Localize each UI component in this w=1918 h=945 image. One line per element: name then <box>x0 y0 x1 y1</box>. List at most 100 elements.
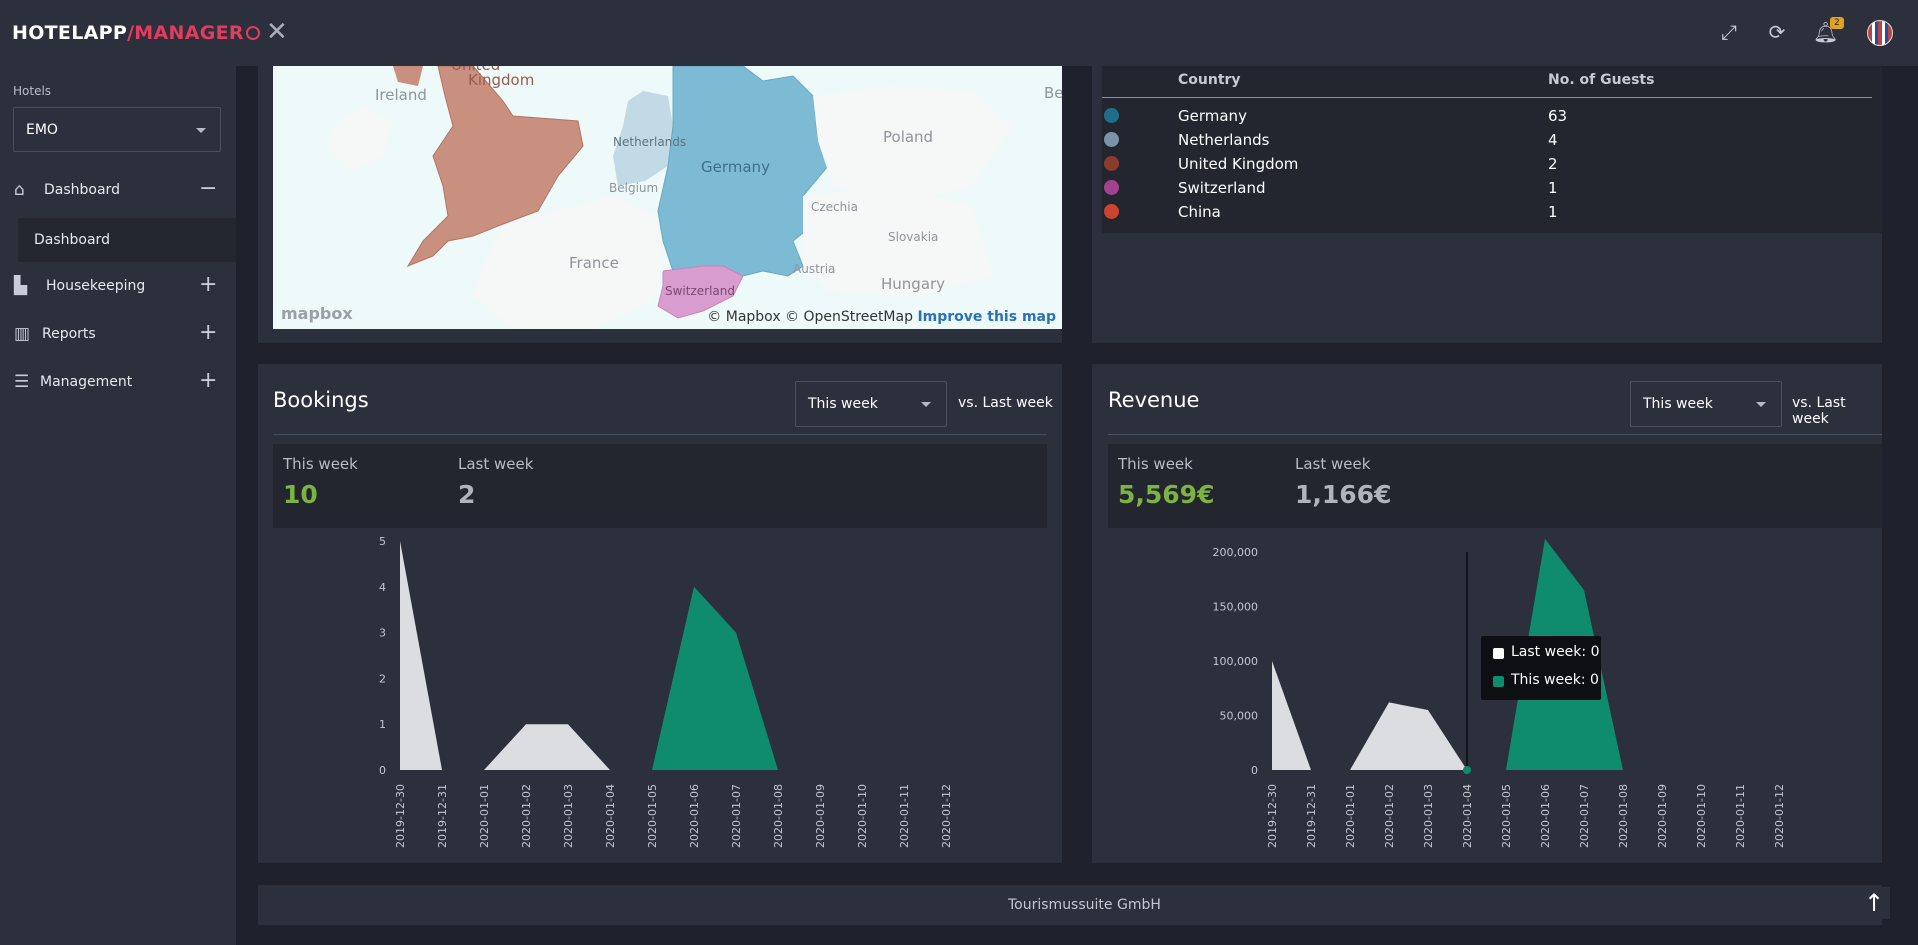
bookings-period-value: This week <box>808 396 878 412</box>
bookings-divider <box>273 434 1047 435</box>
x-tick-label: 2020-01-05 <box>646 784 659 848</box>
y-tick-label: 2 <box>379 672 386 685</box>
y-tick-label: 1 <box>379 718 386 731</box>
hover-point <box>1463 766 1471 774</box>
guest-count: 4 <box>1548 131 1558 149</box>
column-header-guests: No. of Guests <box>1548 72 1655 88</box>
revenue-comparison-label: vs. Last week <box>1792 395 1846 427</box>
guest-map[interactable]: Ireland United Kingdom Netherlands Belgi… <box>273 66 1062 329</box>
this-week-label: This week <box>283 455 358 473</box>
home-icon: ⌂ <box>14 180 25 200</box>
y-tick-label: 5 <box>379 535 386 548</box>
notification-badge: 2 <box>1830 17 1844 29</box>
x-tick-label: 2020-01-12 <box>940 784 953 848</box>
x-tick-label: 2020-01-06 <box>1539 784 1552 848</box>
x-tick-label: 2020-01-06 <box>688 784 701 848</box>
improve-map-link[interactable]: Improve this map <box>917 309 1056 325</box>
area-last-week <box>1350 702 1467 770</box>
y-tick-label: 150,000 <box>1213 601 1259 614</box>
guest-count: 1 <box>1548 203 1558 221</box>
revenue-period-value: This week <box>1643 396 1713 412</box>
bookings-comparison-label: vs. Last week <box>958 395 1053 411</box>
last-week-value: 2 <box>458 480 476 509</box>
map-attribution-text: © Mapbox © OpenStreetMap <box>707 309 913 325</box>
y-tick-label: 4 <box>379 581 386 594</box>
brand-icon <box>245 26 260 40</box>
x-tick-label: 2019-12-31 <box>1305 784 1318 848</box>
brand-text-2: /MANAGER <box>127 22 244 44</box>
y-tick-label: 3 <box>379 627 386 640</box>
bookings-stats: This week 10 Last week 2 <box>273 444 1047 528</box>
app-logo[interactable]: HOTELAPP/MANAGER <box>12 22 260 44</box>
x-tick-label: 2020-01-08 <box>1617 784 1630 848</box>
avatar[interactable] <box>1867 20 1893 46</box>
bookings-panel: Bookings This week vs. Last week This we… <box>258 364 1062 863</box>
table-row: China 1 <box>1102 200 1882 224</box>
x-tick-label: 2019-12-31 <box>436 784 449 848</box>
footer-text: Tourismussuite GmbH <box>1008 897 1161 913</box>
area-last-week <box>1272 661 1311 770</box>
building-icon: ▙ <box>14 276 28 296</box>
y-tick-label: 200,000 <box>1213 546 1259 559</box>
collapse-icon[interactable]: − <box>199 178 217 200</box>
map-label-hungary: Hungary <box>881 275 946 293</box>
top-bar: HOTELAPP/MANAGER ✕ ⤢ ⟳ 🔔︎ 2 <box>0 0 1918 66</box>
revenue-period-select[interactable]: This week <box>1630 381 1782 427</box>
last-week-value: 1,166€ <box>1295 480 1392 509</box>
table-row: Netherlands 4 <box>1102 128 1882 152</box>
map-label-germany: Germany <box>701 158 770 176</box>
area-this-week <box>652 586 778 770</box>
x-tick-label: 2020-01-09 <box>1656 784 1669 848</box>
country-color-dot <box>1104 156 1119 171</box>
expand-icon[interactable]: + <box>199 274 217 296</box>
country-name: United Kingdom <box>1178 155 1299 173</box>
x-tick-label: 2020-01-08 <box>772 784 785 848</box>
map-label-kingdom: Kingdom <box>468 71 535 89</box>
hotel-select[interactable]: EMO <box>13 107 221 152</box>
country-color-dot <box>1104 180 1119 195</box>
guest-count: 1 <box>1548 179 1558 197</box>
tooltip-this-week: This week: 0 <box>1511 672 1599 688</box>
sidebar-item-label: Dashboard <box>44 182 120 198</box>
this-week-value: 10 <box>283 480 318 509</box>
y-tick-label: 100,000 <box>1213 655 1259 668</box>
area-last-week <box>484 724 610 770</box>
country-name: Switzerland <box>1178 179 1266 197</box>
sidebar-subitem-dashboard[interactable]: Dashboard <box>18 218 236 262</box>
refresh-icon[interactable]: ⟳ <box>1765 20 1789 44</box>
bookings-chart[interactable]: 0 1 2 3 4 5 2019-12-30 2019-12-31 2020-01-01 2020… <box>258 534 1062 863</box>
footer: Tourismussuite GmbH <box>258 885 1882 925</box>
x-tick-label: 2019-12-30 <box>1266 784 1279 848</box>
country-color-dot <box>1104 132 1119 147</box>
legend-swatch-this-week <box>1493 676 1504 687</box>
close-sidebar-icon[interactable]: ✕ <box>266 18 290 46</box>
map-attribution: © Mapbox © OpenStreetMap Improve this ma… <box>707 309 1056 325</box>
table-row: Switzerland 1 <box>1102 176 1882 200</box>
revenue-divider <box>1108 434 1882 435</box>
sidebar-item-management[interactable]: ☰ Management + <box>0 364 236 400</box>
x-tick-label: 2020-01-01 <box>1344 784 1357 848</box>
guest-count: 2 <box>1548 155 1558 173</box>
mapbox-logo[interactable]: mapbox <box>281 304 353 323</box>
x-tick-label: 2020-01-03 <box>1422 784 1435 848</box>
bookings-period-select[interactable]: This week <box>795 381 947 427</box>
x-tick-label: 2020-01-10 <box>1695 784 1708 848</box>
map-label-be: Be <box>1044 84 1062 102</box>
scroll-to-top-button[interactable]: ↑ <box>1858 887 1890 919</box>
sidebar-item-dashboard[interactable]: ⌂ Dashboard − <box>0 172 236 208</box>
revenue-stats: This week 5,569€ Last week 1,166€ <box>1108 444 1882 528</box>
sidebar-item-reports[interactable]: ▥ Reports + <box>0 316 236 352</box>
expand-icon[interactable]: + <box>199 370 217 392</box>
database-icon: ☰ <box>14 372 30 392</box>
y-tick-label: 0 <box>379 764 386 777</box>
last-week-label: Last week <box>1295 455 1371 473</box>
expand-icon[interactable]: + <box>199 322 217 344</box>
brand-text-1: HOTELAPP <box>12 22 128 44</box>
column-header-country: Country <box>1178 72 1241 88</box>
revenue-title: Revenue <box>1108 388 1200 412</box>
area-last-week <box>400 541 442 770</box>
fullscreen-icon[interactable]: ⤢ <box>1717 20 1741 44</box>
country-color-dot <box>1104 108 1119 123</box>
x-tick-label: 2020-01-09 <box>814 784 827 848</box>
sidebar-item-housekeeping[interactable]: ▙ Housekeeping + <box>0 268 236 304</box>
